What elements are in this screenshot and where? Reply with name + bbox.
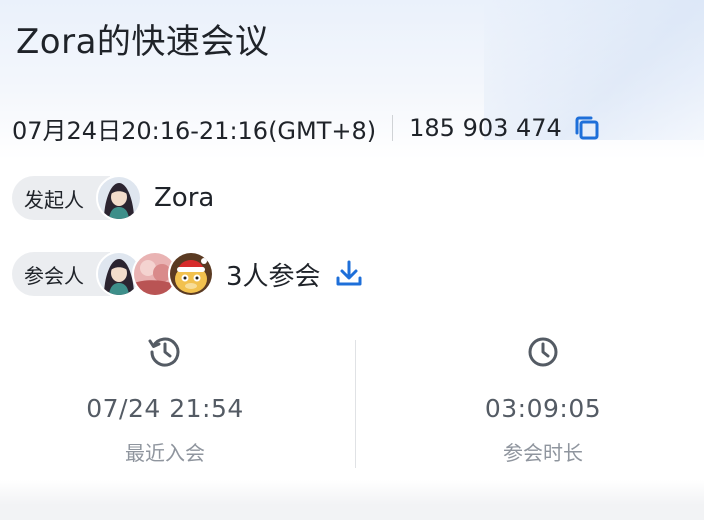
copy-meeting-id-button[interactable] bbox=[572, 113, 602, 143]
host-name: Zora bbox=[154, 183, 215, 213]
clock-icon bbox=[528, 337, 558, 367]
meeting-stats: 07/24 21:54 最近入会 03:09:05 参会时长 bbox=[0, 330, 704, 480]
duration-value: 03:09:05 bbox=[484, 394, 602, 423]
meeting-time-range: 07月24日20:16-21:16(GMT+8) bbox=[12, 116, 377, 145]
participant-avatar[interactable] bbox=[168, 251, 214, 297]
download-icon bbox=[336, 260, 362, 286]
host-avatar[interactable] bbox=[96, 175, 142, 221]
last-join-stat: 07/24 21:54 最近入会 bbox=[0, 330, 330, 466]
participant-count: 3人参会 bbox=[226, 261, 321, 292]
copy-icon bbox=[575, 116, 599, 140]
last-join-value: 07/24 21:54 bbox=[86, 394, 244, 423]
meeting-id: 185 903 474 bbox=[409, 114, 562, 142]
participants-row: 参会人 3人参会 bbox=[12, 250, 365, 298]
stats-divider bbox=[355, 340, 356, 468]
history-icon bbox=[148, 337, 180, 367]
meeting-meta-row: 07月24日20:16-21:16(GMT+8) 185 903 474 bbox=[12, 108, 602, 148]
duration-stat: 03:09:05 参会时长 bbox=[378, 330, 704, 466]
meta-divider bbox=[392, 115, 394, 141]
last-join-label: 最近入会 bbox=[125, 441, 205, 465]
meeting-title: Zora的快速会议 bbox=[16, 22, 270, 62]
host-row: 发起人 Zora bbox=[12, 174, 214, 222]
duration-label: 参会时长 bbox=[503, 441, 583, 465]
download-participants-button[interactable] bbox=[333, 258, 365, 290]
